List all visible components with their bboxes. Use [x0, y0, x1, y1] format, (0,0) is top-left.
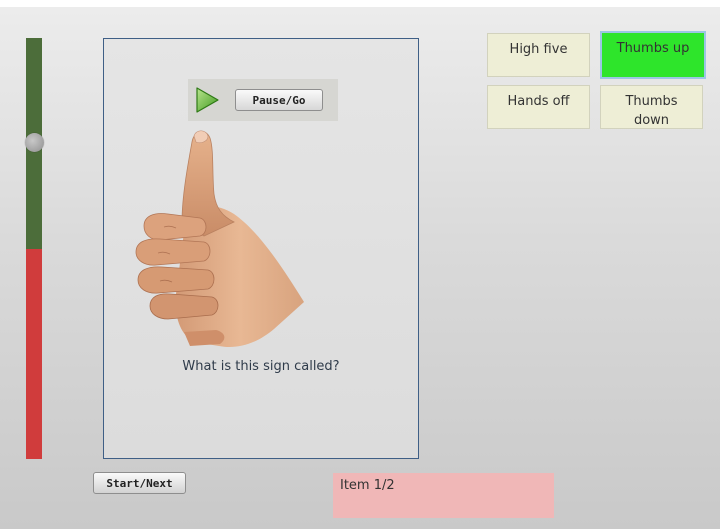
thumbs-up-hand-image [124, 124, 314, 349]
start-next-button[interactable]: Start/Next [93, 472, 186, 494]
option-high-five[interactable]: High five [487, 33, 590, 77]
pause-go-button[interactable]: Pause/Go [235, 89, 323, 111]
option-label: Thumbs down [625, 94, 678, 128]
option-thumbs-up[interactable]: Thumbs up [600, 31, 706, 79]
option-thumbs-down[interactable]: Thumbs down [600, 85, 703, 129]
play-icon[interactable] [192, 85, 222, 115]
option-label: Thumbs up [616, 41, 690, 56]
option-label: High five [509, 42, 568, 57]
option-label: Hands off [507, 94, 570, 109]
progress-meter [26, 38, 42, 459]
question-card: Pause/Go What is this sign called? [103, 38, 419, 459]
question-text: What is this sign called? [182, 359, 340, 374]
media-controls: Pause/Go [188, 79, 338, 121]
quiz-app: Pause/Go What is this sign called? High … [0, 7, 720, 529]
item-counter: Item 1/2 [333, 473, 554, 518]
option-hands-off[interactable]: Hands off [487, 85, 590, 129]
